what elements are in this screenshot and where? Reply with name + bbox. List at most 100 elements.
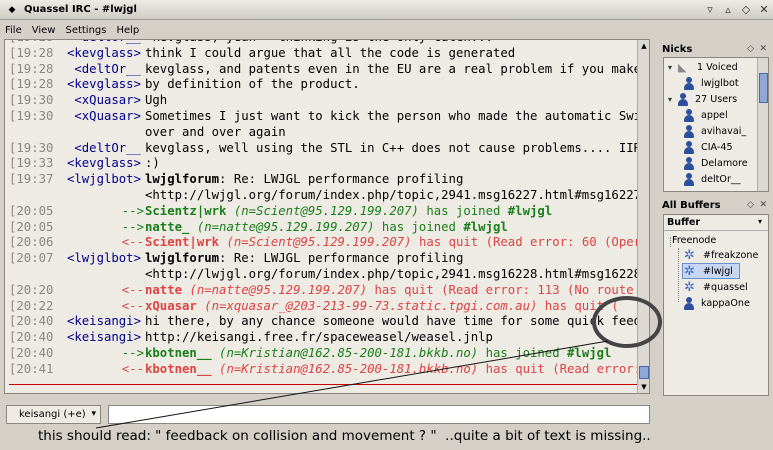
chat-line: [20:40 <keisangi> hi there, by any chance … [5, 314, 639, 330]
nick-item[interactable]: lwjglbot [684, 75, 739, 91]
nick-list-scrollbar[interactable] [757, 58, 768, 191]
nick-item[interactable]: deltOr__ [684, 171, 741, 187]
buffer-item-lwjgl[interactable]: ✲ #lwjgl [682, 263, 740, 279]
chat-line: [19:28 <kevglass> think I could argue that… [5, 46, 639, 62]
menu-help[interactable]: Help [111, 25, 144, 36]
chat-line: [19:28 <deltOr__ kevglass, yeah - thinkin… [5, 40, 639, 46]
quit-message: xQuasar (n=xquasar_@203-213-99-73.static… [145, 299, 619, 315]
user-icon [684, 108, 694, 122]
network-item[interactable]: Freenode [672, 232, 716, 248]
message-text: kevglass, yeah - thinking is the only ca… [145, 40, 493, 46]
event-host: (n=Kristian@162.85-200-181.bkkb.no) [219, 361, 479, 376]
nick-item[interactable]: CIA-45 [684, 139, 733, 155]
event-verb: has joined [418, 203, 508, 218]
message-body: hi there, by any chance someone would ha… [145, 314, 639, 329]
event-who: Scient|wrk [145, 235, 220, 250]
minimize-icon[interactable]: ▿ [701, 3, 719, 16]
buffer-header[interactable]: Buffer ▾ [664, 215, 768, 231]
sender-nick[interactable]: <deltOr__ [74, 40, 141, 46]
close-icon[interactable]: ✕ [759, 44, 767, 54]
nicks-dock-title: Nicks ◇ ✕ [662, 43, 767, 55]
chat-line: [19:30 <deltOr__ kevglass, well using the … [5, 141, 639, 157]
nick-list[interactable]: ▾ ◣ 1 Voiced lwjglbot ▾ 27 Users appel a… [663, 57, 769, 192]
chat-line: over and over again [5, 125, 639, 141]
menu-view[interactable]: View [27, 25, 61, 36]
message-input[interactable] [108, 405, 650, 424]
message-body: kevglass, yeah - thinking is the only ca… [145, 40, 493, 44]
nick-selector[interactable]: keisangi (+e) ▾ [6, 405, 101, 424]
chevron-down-icon[interactable]: ▾ [758, 217, 762, 226]
scroll-up-icon[interactable]: ▲ [639, 41, 649, 51]
event-who: kbotnen__ [145, 361, 212, 376]
buffer-item-freakzone[interactable]: ✲ #freakzone [684, 247, 758, 263]
nick-item[interactable]: appel [684, 107, 728, 123]
window-title: Quassel IRC - #lwjgl [24, 4, 137, 15]
message-body: kevglass, well using the STL in C++ does… [145, 140, 639, 155]
event-chan[interactable]: #lwjgl [508, 204, 552, 218]
event-host: (n=natte@95.129.199.207) [196, 219, 375, 234]
message-text: hi there, by any chance someone would ha… [145, 314, 639, 330]
event-host: (n=Scient@95.129.199.207) [233, 203, 419, 218]
timestamp: [19:28 [9, 77, 54, 92]
tree-connector [678, 248, 679, 302]
buffer-view[interactable]: Buffer ▾ Freenode ✲ #freakzone ✲ #lwjgl … [663, 214, 769, 396]
quit-message: kbotnen__ (n=Kristian@162.85-200-181.bkk… [145, 362, 639, 378]
timestamp: [19:30 [9, 108, 54, 123]
nick-item[interactable]: Delamore [684, 155, 748, 171]
quit-arrow: <-- [121, 298, 144, 313]
chat-view[interactable]: [19:28 <deltOr__ kevglass, yeah - thinkin… [4, 39, 650, 394]
buffer-item-quassel[interactable]: ✲ #quassel [684, 279, 748, 295]
sender-nick[interactable]: <kevglass> [67, 77, 141, 93]
event-host: (n=xquasar_@203-213-99-73.static.tpgi.co… [204, 298, 538, 313]
nick-group-users[interactable]: ▾ 27 Users [668, 91, 737, 107]
shade-icon[interactable]: ◇ [737, 3, 755, 16]
collapse-icon[interactable]: ▾ [668, 95, 676, 104]
close-icon[interactable]: ✕ [755, 3, 773, 16]
sender-nick[interactable]: <xQuasar> [74, 93, 141, 109]
nick-item[interactable]: avihavai_ [684, 123, 746, 139]
event-chan[interactable]: #lwjgl [567, 346, 611, 360]
channel-icon: ✲ [684, 279, 695, 295]
event-chan[interactable]: #lwjgl [463, 220, 507, 234]
channel-icon: ✲ [684, 247, 695, 263]
sender-nick[interactable]: <kevglass> [67, 156, 141, 172]
chat-line: [20:40 <keisangi> http://keisangi.free.fr/… [5, 330, 639, 346]
nick-selector-label: keisangi (+e) [19, 409, 86, 420]
maximize-icon[interactable]: ▵ [719, 3, 737, 16]
sender-nick[interactable]: <keisangi> [67, 330, 141, 346]
message-text: kevglass, well using the STL in C++ does… [145, 141, 639, 157]
menu-file[interactable]: File [0, 25, 27, 36]
sender-nick[interactable]: <lwjglbot> [67, 251, 141, 267]
message-body: :) [145, 156, 160, 171]
timestamp: [20:05 [9, 219, 54, 234]
chat-scroll-thumb[interactable] [639, 366, 649, 379]
user-icon [684, 124, 694, 138]
chat-line: [20:06 <-- Scient|wrk (n=Scient@95.129.199… [5, 235, 639, 251]
event-host: (n=Scient@95.129.199.207) [226, 235, 412, 250]
sender-nick[interactable]: <lwjglbot> [67, 172, 141, 188]
user-icon [684, 156, 694, 170]
collapse-icon[interactable]: ▾ [668, 63, 676, 72]
event-who: natte [145, 282, 183, 297]
sender-nick[interactable]: <keisangi> [67, 314, 141, 330]
sender-nick[interactable]: <deltOr__ [74, 62, 141, 78]
timestamp: [19:30 [9, 140, 54, 155]
quit-arrow: <-- [121, 282, 144, 297]
window-titlebar[interactable]: ◆ Quassel IRC - #lwjgl ▿ ▵ ◇ ✕ [0, 0, 773, 20]
message-body: : Re: LWJGL performance profiling [219, 251, 464, 266]
buffer-item-kappaone[interactable]: kappaOne [684, 295, 750, 311]
event-verb: has quit (Read error: 60 (Opera [411, 235, 639, 250]
nick-group-voiced[interactable]: ▾ ◣ 1 Voiced [668, 59, 738, 75]
menu-settings[interactable]: Settings [60, 25, 111, 36]
float-icon[interactable]: ◇ [747, 44, 754, 54]
sender-nick[interactable]: <deltOr__ [74, 141, 141, 157]
nick-scroll-thumb[interactable] [759, 73, 768, 103]
event-who: xQuasar [145, 298, 197, 313]
scroll-down-icon[interactable]: ▼ [639, 382, 649, 392]
sender-nick[interactable]: <kevglass> [67, 46, 141, 62]
sender-nick[interactable]: <xQuasar> [74, 109, 141, 125]
message-text: Ugh [145, 93, 167, 109]
float-icon[interactable]: ◇ [747, 200, 754, 210]
close-icon[interactable]: ✕ [759, 200, 767, 210]
event-verb: has joined [374, 219, 464, 234]
